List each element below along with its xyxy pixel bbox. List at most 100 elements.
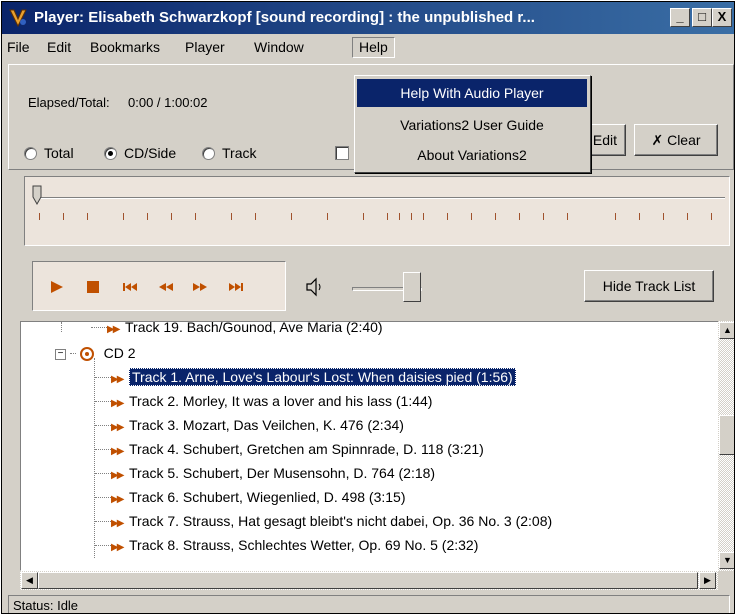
track-label: Track 3. Mozart, Das Veilchen, K. 476 (2… [129, 417, 404, 433]
tree-connector [95, 521, 111, 522]
track-arrow-icon: ▶▶ [111, 398, 124, 409]
menu-window[interactable]: Window [254, 39, 304, 55]
tree-connector [91, 327, 107, 328]
radio-total[interactable] [24, 147, 37, 160]
menu-player[interactable]: Player [185, 39, 225, 55]
vertical-scrollbar[interactable]: ▲ ▼ [718, 321, 734, 571]
track-marker [471, 213, 472, 220]
tree-connector [95, 545, 111, 546]
help-menu-dropdown: Help With Audio Player Variations2 User … [354, 75, 591, 173]
timeline-track [37, 197, 725, 199]
clear-bookmark-button[interactable]: ✗ Clear [634, 124, 718, 156]
track-arrow-icon: ▶▶ [107, 324, 120, 335]
skip-back-icon[interactable] [123, 279, 137, 295]
track-marker [291, 213, 292, 220]
hscroll-thumb[interactable] [38, 572, 698, 589]
cd-label: CD 2 [103, 345, 136, 361]
tree-cd-node[interactable]: − CD 2 [55, 342, 136, 366]
minimize-button[interactable]: _ [670, 8, 690, 27]
radio-total-label: Total [44, 145, 74, 161]
track-marker [195, 213, 196, 220]
track-marker [687, 213, 688, 220]
track-marker [399, 213, 400, 220]
stop-icon[interactable] [87, 279, 99, 295]
volume-slider-thumb[interactable] [403, 272, 421, 302]
scroll-down-button[interactable]: ▼ [719, 552, 734, 569]
track-arrow-icon: ▶▶ [111, 470, 124, 481]
menu-file[interactable]: File [7, 39, 30, 55]
track-marker [447, 213, 448, 220]
track-marker [123, 213, 124, 220]
scroll-left-button[interactable]: ◀ [21, 572, 38, 589]
radio-cd-side[interactable] [104, 147, 117, 160]
track-marker [171, 213, 172, 220]
track-label: Track 2. Morley, It was a lover and his … [129, 393, 433, 409]
title-bar[interactable]: Player: Elisabeth Schwarzkopf [sound rec… [2, 2, 734, 34]
radio-track-label: Track [222, 145, 257, 161]
play-icon[interactable] [51, 279, 63, 295]
track-arrow-icon: ▶▶ [111, 494, 124, 505]
tree-connector [95, 497, 111, 498]
timeline-slider[interactable] [24, 176, 730, 246]
tree-connector [95, 473, 111, 474]
track-row[interactable]: ▶▶ Track 8. Strauss, Schlechtes Wetter, O… [95, 534, 478, 558]
track-marker [87, 213, 88, 220]
track-row[interactable]: ▶▶ Track 1. Arne, Love's Labour's Lost: W… [95, 366, 516, 390]
track-marker [663, 213, 664, 220]
track-marker [423, 213, 424, 220]
collapse-toggle-icon[interactable]: − [55, 348, 66, 360]
menu-item-about[interactable]: About Variations2 [357, 141, 587, 169]
elapsed-value: 0:00 / 1:00:02 [128, 95, 208, 110]
track-row[interactable]: ▶▶ Track 5. Schubert, Der Musensohn, D. 7… [95, 462, 435, 486]
clear-x-icon: ✗ [651, 133, 664, 149]
track-label: Track 5. Schubert, Der Musensohn, D. 764… [129, 465, 436, 481]
skip-forward-icon[interactable] [229, 279, 243, 295]
rewind-icon[interactable] [159, 279, 173, 295]
tree-row-partial[interactable]: ▶▶ Track 19. Bach/Gounod, Ave Maria (2:40… [91, 321, 383, 340]
menu-bar: File Edit Bookmarks Player Window Help [2, 36, 734, 60]
track-list-tree: ▶▶ Track 19. Bach/Gounod, Ave Maria (2:40… [20, 321, 722, 571]
horizontal-scrollbar[interactable]: ◀ ▶ [20, 571, 718, 590]
track-arrow-icon: ▶▶ [111, 374, 124, 385]
track-marker [327, 213, 328, 220]
tree-connector [95, 401, 111, 402]
scroll-up-button[interactable]: ▲ [719, 322, 734, 339]
track-marker [39, 213, 40, 220]
clear-button-label: Clear [667, 132, 701, 148]
loop-checkbox[interactable] [335, 146, 349, 160]
scroll-right-button[interactable]: ▶ [699, 572, 716, 589]
radio-cd-side-label: CD/Side [124, 145, 177, 161]
track-marker [255, 213, 256, 220]
hide-track-list-button[interactable]: Hide Track List [584, 270, 714, 302]
track-label: Track 19. Bach/Gounod, Ave Maria (2:40) [125, 321, 383, 335]
track-marker [63, 213, 64, 220]
transport-controls [32, 261, 286, 311]
track-marker [519, 213, 520, 220]
track-row[interactable]: ▶▶ Track 4. Schubert, Gretchen am Spinnra… [95, 438, 484, 462]
track-row[interactable]: ▶▶ Track 2. Morley, It was a lover and hi… [95, 390, 432, 414]
close-button[interactable]: X [712, 8, 732, 27]
tree-connector [95, 377, 111, 378]
maximize-button[interactable]: □ [692, 8, 712, 27]
track-row[interactable]: ▶▶ Track 6. Schubert, Wiegenlied, D. 498 … [95, 486, 406, 510]
track-label: Track 7. Strauss, Hat gesagt bleibt's ni… [129, 513, 553, 529]
tree-guide [61, 322, 62, 332]
menu-bookmarks[interactable]: Bookmarks [90, 39, 160, 55]
scroll-thumb[interactable] [719, 415, 734, 455]
menu-help[interactable]: Help [352, 37, 395, 58]
menu-item-user-guide[interactable]: Variations2 User Guide [357, 111, 587, 139]
track-row[interactable]: ▶▶ Track 3. Mozart, Das Veilchen, K. 476 … [95, 414, 404, 438]
track-label: Track 1. Arne, Love's Labour's Lost: Whe… [129, 368, 516, 386]
track-row[interactable]: ▶▶ Track 7. Strauss, Hat gesagt bleibt's … [95, 510, 552, 534]
timeline-thumb[interactable] [32, 185, 42, 205]
menu-item-help-audio-player[interactable]: Help With Audio Player [357, 79, 587, 107]
track-label: Track 8. Strauss, Schlechtes Wetter, Op.… [129, 537, 479, 553]
menu-edit[interactable]: Edit [47, 39, 71, 55]
player-window: Player: Elisabeth Schwarzkopf [sound rec… [1, 1, 735, 614]
track-marker [363, 213, 364, 220]
radio-track[interactable] [202, 147, 215, 160]
fast-forward-icon[interactable] [193, 279, 207, 295]
elapsed-label: Elapsed/Total: [28, 95, 110, 110]
track-marker [411, 213, 412, 220]
window-title: Player: Elisabeth Schwarzkopf [sound rec… [34, 9, 535, 26]
